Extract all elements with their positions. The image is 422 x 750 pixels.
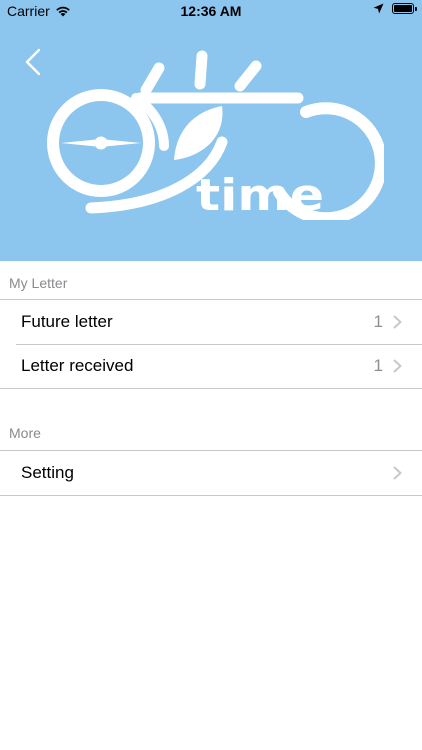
row-label: Future letter xyxy=(21,312,113,331)
header-banner: Carrier 12:36 AM time xyxy=(0,0,422,261)
chevron-right-icon xyxy=(393,315,402,329)
section-header-my-letter: My Letter xyxy=(9,275,68,291)
my-letter-group: Future letter 1 Letter received 1 xyxy=(0,299,422,389)
logo-text: time xyxy=(196,170,324,220)
app-logo: time xyxy=(47,50,384,220)
profile-screen: Carrier 12:36 AM time My Letter Future l… xyxy=(0,0,422,750)
row-count: 1 xyxy=(373,312,383,331)
battery-icon xyxy=(392,3,417,14)
location-arrow-icon xyxy=(373,3,384,14)
row-count: 1 xyxy=(373,356,383,375)
chevron-right-icon xyxy=(393,466,402,480)
section-header-more: More xyxy=(9,425,41,441)
letter-received-row[interactable]: Letter received 1 xyxy=(0,344,422,388)
chevron-left-icon xyxy=(25,48,41,76)
more-group: Setting xyxy=(0,450,422,496)
setting-row[interactable]: Setting xyxy=(0,451,422,495)
status-bar: Carrier 12:36 AM xyxy=(0,0,422,22)
status-right xyxy=(373,3,417,14)
chevron-right-icon xyxy=(393,359,402,373)
row-label: Setting xyxy=(21,463,74,482)
status-time: 12:36 AM xyxy=(180,3,242,19)
row-label: Letter received xyxy=(21,356,134,375)
future-letter-row[interactable]: Future letter 1 xyxy=(0,300,422,344)
